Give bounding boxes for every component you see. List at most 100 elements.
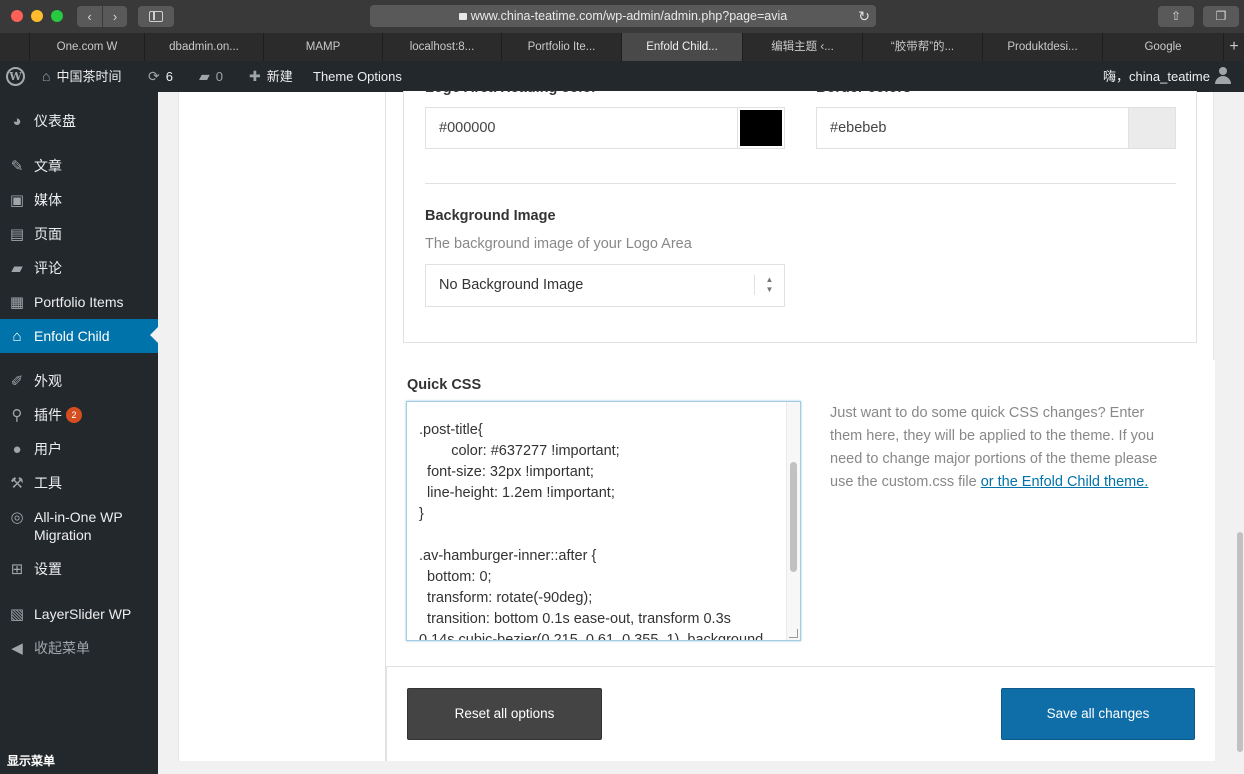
sidebar-item-tools[interactable]: ⚒ 工具 <box>0 474 158 492</box>
select-arrows-icon: ▲ ▼ <box>754 275 784 295</box>
theme-options-link[interactable]: Theme Options <box>313 61 402 92</box>
section-divider <box>425 183 1176 184</box>
plugin-icon: ⚲ <box>11 407 23 424</box>
wordpress-logo-icon[interactable]: W <box>6 67 25 86</box>
forward-icon[interactable]: › <box>102 6 127 27</box>
update-count-badge: 2 <box>66 407 82 423</box>
reset-all-options-button[interactable]: Reset all options <box>407 688 602 740</box>
show-menu-button[interactable]: 显示菜单 <box>0 748 158 774</box>
portfolio-icon: ▦ <box>9 294 25 311</box>
avatar-icon[interactable] <box>1215 67 1231 85</box>
comment-icon: ▰ <box>11 260 23 277</box>
browser-titlebar: ‹ › www.china-teatime.com/wp-admin/admin… <box>0 0 1244 33</box>
page-icon: ▤ <box>9 226 25 243</box>
heading-swatch-fill <box>740 110 782 146</box>
tab-edit-theme[interactable]: 编辑主题 ‹... <box>743 33 863 61</box>
account-greeting[interactable]: 嗨，china_teatime <box>1103 61 1210 92</box>
sidebar-item-enfold-child[interactable]: ⌂ Enfold Child <box>0 319 158 353</box>
tab-jiaodaibang[interactable]: “胶带帮”的... <box>863 33 983 61</box>
options-footer: Reset all options Save all changes <box>386 667 1215 761</box>
tab-dbadmin[interactable]: dbadmin.on... <box>145 33 264 61</box>
theme-options-panel: Logo Area Heading color Border colors #0… <box>178 90 1215 761</box>
new-content-link[interactable]: ✚ 新建 <box>249 61 293 92</box>
maximize-window-button[interactable] <box>51 10 63 22</box>
tab-strip: One.com W dbadmin.on... MAMP localhost:8… <box>0 33 1244 61</box>
minimize-window-button[interactable] <box>31 10 43 22</box>
heading-color-swatch[interactable] <box>737 107 785 149</box>
sidebar-item-users[interactable]: ● 用户 <box>0 440 158 458</box>
sidebar-toggle-button[interactable] <box>138 6 174 27</box>
home-icon: ⌂ <box>12 328 22 345</box>
textarea-scrollbar[interactable] <box>786 402 800 640</box>
tab-produktdesign[interactable]: Produktdesi... <box>983 33 1103 61</box>
sidebar-icon <box>149 11 163 22</box>
reload-icon[interactable]: ↻ <box>858 5 870 27</box>
sidebar-item-posts[interactable]: ✎ 文章 <box>0 157 158 175</box>
sidebar-item-pages[interactable]: ▤ 页面 <box>0 225 158 243</box>
quick-css-code: .post-title{ color: #637277 !important; … <box>419 422 764 641</box>
lock-icon <box>458 13 467 20</box>
tab-onecom[interactable]: One.com W <box>30 33 145 61</box>
quick-css-description: Just want to do some quick CSS changes? … <box>830 405 1158 490</box>
share-icon[interactable]: ⇧ <box>1158 6 1194 27</box>
comment-bubble-icon: ▰ <box>199 68 210 84</box>
sidebar-item-migration[interactable]: ◎ All-in-One WP Migration <box>0 508 158 544</box>
wp-admin-bar: W ⌂ 中国茶时间 ⟳ 6 ▰ 0 ✚ 新建 Theme Options 嗨，china… <box>0 61 1244 92</box>
url-text: www.china-teatime.com/wp-admin/admin.php… <box>470 9 788 23</box>
background-image-select[interactable]: No Background Image ▲ ▼ <box>425 264 785 307</box>
comments-link[interactable]: ▰ 0 <box>199 61 223 92</box>
quick-css-textarea[interactable]: .post-title{ color: #637277 !important; … <box>406 401 801 641</box>
sidebar-item-media[interactable]: ▣ 媒体 <box>0 191 158 209</box>
new-tab-icon[interactable]: + <box>1224 33 1244 61</box>
border-swatch-fill <box>1129 108 1175 148</box>
close-window-button[interactable] <box>11 10 23 22</box>
sidebar-item-appearance[interactable]: ✐ 外观 <box>0 372 158 390</box>
sidebar-item-layerslider[interactable]: ▧ LayerSlider WP <box>0 605 158 623</box>
site-name-link[interactable]: ⌂ 中国茶时间 <box>42 61 121 92</box>
updates-icon: ⟳ <box>148 68 160 84</box>
collapse-menu-button[interactable]: ◀ 收起菜单 <box>0 639 158 657</box>
heading-color-input[interactable]: #000000 <box>425 107 738 149</box>
options-nav-sidebar <box>179 92 386 761</box>
page-scroll-thumb[interactable] <box>1237 532 1243 752</box>
tab-mamp[interactable]: MAMP <box>264 33 383 61</box>
brush-icon: ✐ <box>10 373 24 390</box>
tab-localhost[interactable]: localhost:8... <box>383 33 502 61</box>
page-scrollbar[interactable] <box>1234 92 1244 774</box>
collapse-icon: ◀ <box>11 640 23 657</box>
pin-icon: ✎ <box>10 158 24 175</box>
browser-chrome: ‹ › www.china-teatime.com/wp-admin/admin… <box>0 0 1244 62</box>
back-icon[interactable]: ‹ <box>77 6 102 27</box>
sidebar-item-settings[interactable]: ⊞ 设置 <box>0 560 158 578</box>
sidebar-item-plugins[interactable]: ⚲ 插件 2 <box>0 406 158 424</box>
tab-pinned[interactable] <box>0 33 30 61</box>
border-color-swatch[interactable] <box>1128 107 1176 149</box>
tab-enfold-child[interactable]: Enfold Child... <box>622 33 743 61</box>
resize-handle-icon[interactable] <box>789 629 798 638</box>
sidebar-item-portfolio[interactable]: ▦ Portfolio Items <box>0 293 158 311</box>
wrench-icon: ⚒ <box>10 475 24 492</box>
textarea-scroll-thumb[interactable] <box>790 462 797 572</box>
enfold-child-theme-link[interactable]: or the Enfold Child theme. <box>981 474 1149 490</box>
quick-css-section: Quick CSS .post-title{ color: #637277 !i… <box>386 360 1215 667</box>
plus-icon: ✚ <box>249 68 261 84</box>
background-image-description: The background image of your Logo Area <box>425 236 692 252</box>
layerslider-icon: ▧ <box>9 606 25 623</box>
border-color-input[interactable]: #ebebeb <box>816 107 1129 149</box>
sidebar-item-dashboard[interactable]: ◕ 仪表盘 <box>0 112 158 130</box>
save-all-changes-button[interactable]: Save all changes <box>1001 688 1195 740</box>
sidebar-item-comments[interactable]: ▰ 评论 <box>0 259 158 277</box>
updates-link[interactable]: ⟳ 6 <box>148 61 173 92</box>
home-icon: ⌂ <box>42 68 51 84</box>
logo-area-settings: Logo Area Heading color Border colors #0… <box>403 90 1197 343</box>
background-image-label: Background Image <box>425 208 556 224</box>
tab-google[interactable]: Google <box>1103 33 1224 61</box>
user-icon: ● <box>12 441 22 458</box>
tab-portfolio[interactable]: Portfolio Ite... <box>502 33 622 61</box>
settings-icon: ⊞ <box>10 561 24 578</box>
media-icon: ▣ <box>9 192 25 209</box>
dashboard-icon: ◕ <box>12 113 22 130</box>
address-bar[interactable]: www.china-teatime.com/wp-admin/admin.php… <box>370 5 876 27</box>
quick-css-label: Quick CSS <box>407 377 482 393</box>
tab-overview-icon[interactable]: ❐ <box>1203 6 1239 27</box>
